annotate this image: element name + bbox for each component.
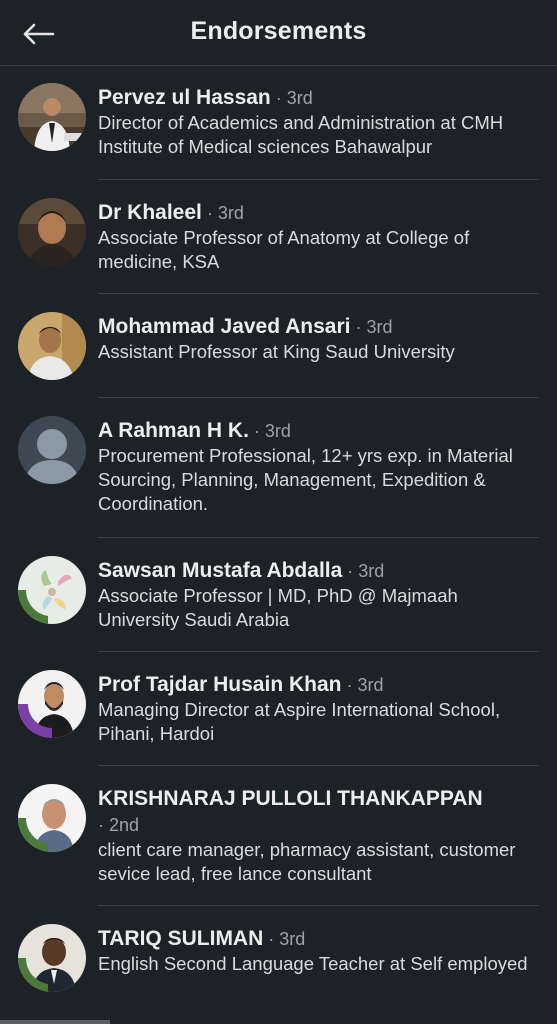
scroll-indicator (0, 1020, 110, 1024)
endorser-headline: English Second Language Teacher at Self … (98, 953, 528, 974)
endorser-row[interactable]: Dr Khaleel · 3rd Associate Professor of … (0, 180, 557, 294)
page-title: Endorsements (190, 17, 367, 45)
connection-degree: · 3rd (201, 203, 244, 223)
connection-degree: · 3rd (263, 929, 306, 949)
endorser-name[interactable]: TARIQ SULIMAN (98, 927, 263, 950)
endorser-name[interactable]: Prof Tajdar Husain Khan (98, 673, 341, 696)
endorser-name[interactable]: Mohammad Javed Ansari (98, 315, 350, 338)
endorser-row[interactable]: Pervez ul Hassan · 3rd Director of Acade… (0, 66, 557, 180)
endorser-name[interactable]: KRISHNARAJ PULLOLI THANKAPPAN (98, 787, 483, 810)
connection-degree: · 3rd (270, 88, 313, 108)
connection-degree: · 3rd (248, 421, 291, 441)
endorser-name[interactable]: A Rahman H K. (98, 419, 249, 442)
avatar (18, 198, 86, 266)
endorser-headline: Associate Professor of Anatomy at Colleg… (98, 227, 470, 272)
endorser-row[interactable]: TARIQ SULIMAN · 3rd English Second Langu… (0, 906, 557, 1016)
connection-degree: · 3rd (350, 317, 393, 337)
endorser-row[interactable]: Sawsan Mustafa Abdalla · 3rd Associate P… (0, 538, 557, 652)
avatar (18, 670, 86, 738)
endorsers-list: Pervez ul Hassan · 3rd Director of Acade… (0, 66, 557, 1016)
endorser-row[interactable]: KRISHNARAJ PULLOLI THANKAPPAN · 2nd clie… (0, 766, 557, 906)
endorser-row[interactable]: A Rahman H K. · 3rd Procurement Professi… (0, 398, 557, 538)
avatar (18, 83, 86, 151)
avatar (18, 312, 86, 380)
default-avatar-icon (18, 416, 86, 484)
endorser-name[interactable]: Sawsan Mustafa Abdalla (98, 559, 342, 582)
endorser-headline: client care manager, pharmacy assistant,… (98, 839, 516, 884)
top-bar: Endorsements (0, 0, 557, 66)
avatar (18, 924, 86, 992)
endorser-headline: Procurement Professional, 12+ yrs exp. i… (98, 445, 513, 514)
endorser-headline: Managing Director at Aspire Internationa… (98, 699, 501, 744)
avatar (18, 416, 86, 484)
connection-degree: · 2nd (98, 815, 140, 835)
endorser-row[interactable]: Mohammad Javed Ansari · 3rd Assistant Pr… (0, 294, 557, 398)
avatar (18, 784, 86, 852)
endorser-headline: Director of Academics and Administration… (98, 112, 504, 157)
endorser-name[interactable]: Pervez ul Hassan (98, 86, 271, 109)
endorser-row[interactable]: Prof Tajdar Husain Khan · 3rd Managing D… (0, 652, 557, 766)
endorser-name[interactable]: Dr Khaleel (98, 201, 202, 224)
connection-degree: · 3rd (342, 561, 385, 581)
endorser-headline: Assistant Professor at King Saud Univers… (98, 341, 455, 362)
avatar (18, 556, 86, 624)
endorser-headline: Associate Professor | MD, PhD @ Majmaah … (98, 585, 458, 630)
connection-degree: · 3rd (341, 675, 384, 695)
